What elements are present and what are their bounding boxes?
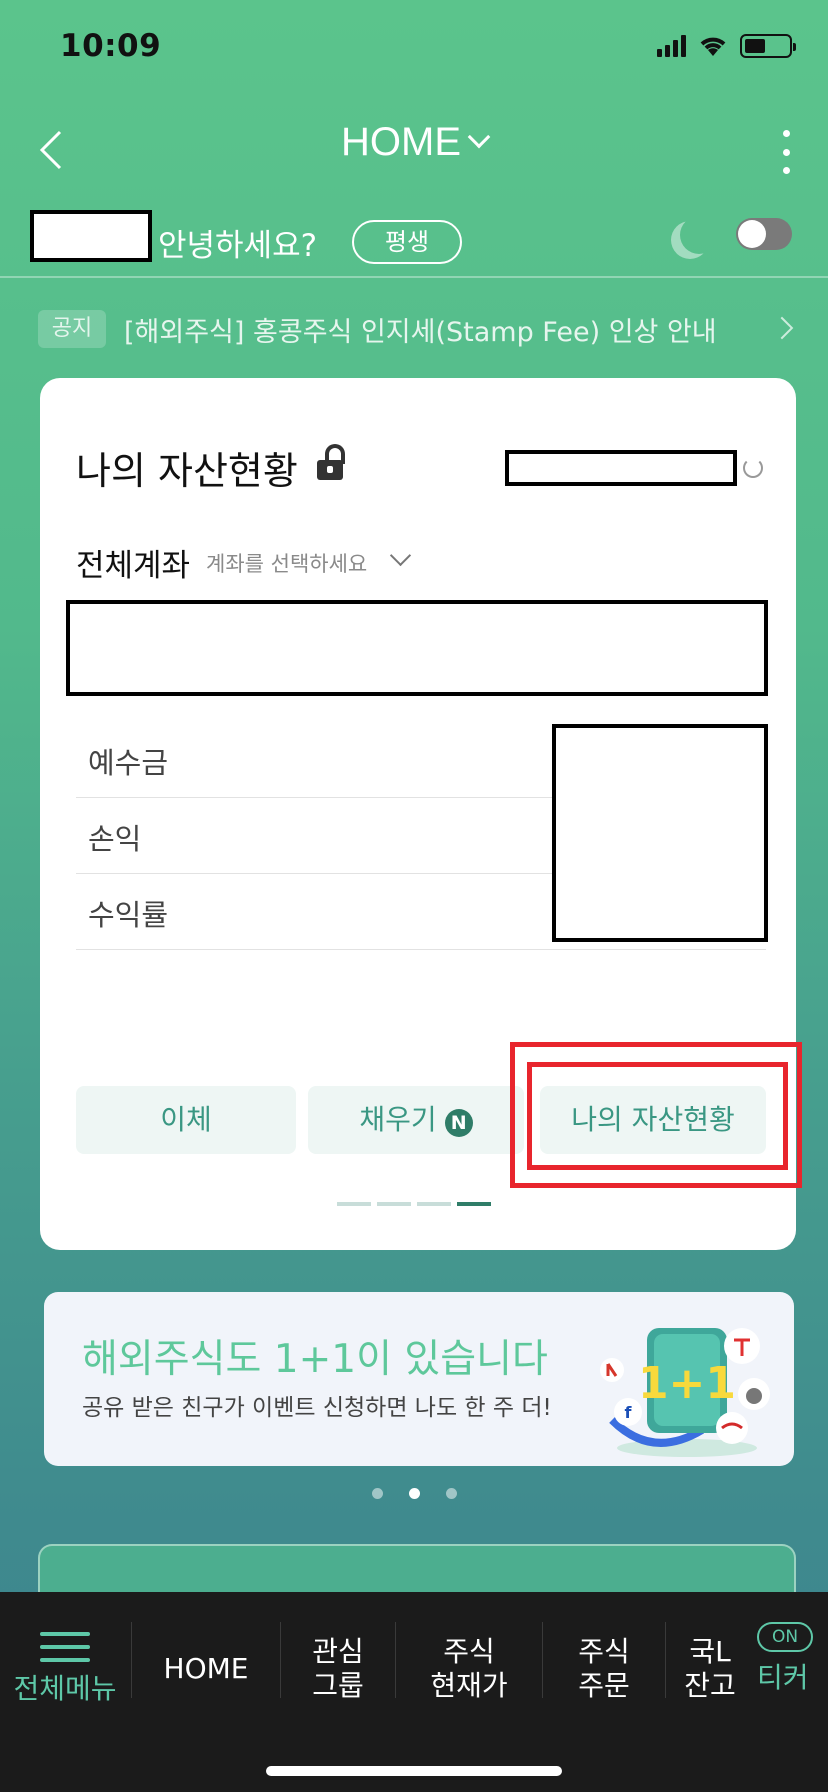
bottom-navigation: 전체메뉴 HOME 관심 그룹 주식 현재가 주식 주문 국L 잔고 ON 티커: [0, 1592, 828, 1792]
transfer-button[interactable]: 이체: [76, 1086, 296, 1154]
one-plus-one-illustration: 1+1 f: [600, 1328, 770, 1457]
more-vertical-icon[interactable]: [778, 130, 794, 174]
redacted-user-name: [30, 210, 152, 262]
row-label: 손익: [88, 822, 142, 856]
highlight-box-inner: [527, 1062, 788, 1170]
dark-mode-toggle[interactable]: [736, 218, 792, 250]
redacted-values: [552, 724, 768, 942]
wifi-icon: [700, 37, 726, 56]
greeting-text: 안녕하세요?: [158, 228, 318, 264]
nav-domestic-balance[interactable]: 국L 잔고: [666, 1614, 754, 1724]
nav-label-line1: 주식: [578, 1635, 630, 1668]
battery-icon: [740, 34, 796, 58]
event-banner[interactable]: 해외주식도 1+1이 있습니다 공유 받은 친구가 이벤트 신청하면 나도 한 …: [44, 1292, 794, 1466]
home-dropdown[interactable]: HOME: [0, 120, 828, 165]
card-title: 나의 자산현황: [76, 449, 298, 493]
banner-page-indicator: [0, 1488, 828, 1499]
notice-tag: 공지: [38, 310, 106, 348]
account-select[interactable]: 계좌를 선택하세요: [206, 548, 367, 578]
nav-label-line2: 현재가: [430, 1669, 508, 1702]
row-label: 수익률: [88, 898, 169, 932]
nav-home[interactable]: HOME: [132, 1614, 280, 1724]
ticker-label[interactable]: 티커: [757, 1656, 809, 1696]
page-title: HOME: [341, 120, 461, 164]
chevron-down-icon: [467, 125, 491, 149]
chevron-down-icon[interactable]: [389, 544, 412, 567]
redacted-account-info: [66, 600, 768, 696]
svg-text:f: f: [625, 1403, 633, 1422]
notice-text[interactable]: [해외주식] 홍콩주식 인지세(Stamp Fee) 인상 안내: [124, 310, 717, 349]
nav-all-menu[interactable]: 전체메뉴: [0, 1614, 130, 1724]
home-indicator: [266, 1766, 562, 1776]
moon-icon: [680, 216, 718, 254]
account-label: 전체계좌: [76, 548, 191, 584]
nav-label: HOME: [163, 1652, 249, 1685]
nav-label: 전체메뉴: [13, 1672, 117, 1705]
status-icons: [657, 34, 796, 58]
nav-stock-quote[interactable]: 주식 현재가: [396, 1614, 542, 1724]
nav-label-line2: 잔고: [684, 1669, 736, 1702]
membership-badge[interactable]: 평생: [352, 220, 462, 264]
unlock-icon[interactable]: [317, 444, 347, 482]
new-badge: N: [444, 1109, 473, 1137]
nav-label-line1: 주식: [443, 1635, 495, 1668]
nav-stock-order[interactable]: 주식 주문: [543, 1614, 665, 1724]
card-page-indicator: [337, 1202, 491, 1206]
chevron-right-icon[interactable]: [770, 316, 794, 340]
fill-button[interactable]: 채우기 N: [308, 1086, 524, 1154]
signal-icon: [657, 35, 686, 57]
nav-label-line1: 국L: [689, 1635, 731, 1668]
nav-label-line2: 그룹: [312, 1669, 364, 1702]
refresh-icon[interactable]: [743, 458, 763, 478]
asset-card: 나의 자산현황 전체계좌 계좌를 선택하세요 예수금 손익 수익률 이체 채우기…: [40, 378, 802, 1250]
banner-title: 해외주식도 1+1이 있습니다: [82, 1337, 548, 1382]
divider: [0, 276, 828, 278]
status-time: 10:09: [60, 28, 162, 64]
ticker-on-toggle[interactable]: ON: [757, 1622, 813, 1652]
banner-art-text: 1+1: [638, 1358, 736, 1409]
nav-watchlist-group[interactable]: 관심 그룹: [281, 1614, 395, 1724]
hamburger-menu-icon: [40, 1632, 90, 1662]
redacted-total: [505, 450, 737, 486]
fill-label: 채우기: [359, 1103, 437, 1136]
banner-subtitle: 공유 받은 친구가 이벤트 신청하면 나도 한 주 더!: [82, 1395, 552, 1421]
nav-label-line1: 관심: [312, 1635, 364, 1668]
nav-label-line2: 주문: [578, 1669, 630, 1702]
row-label: 예수금: [88, 746, 169, 780]
